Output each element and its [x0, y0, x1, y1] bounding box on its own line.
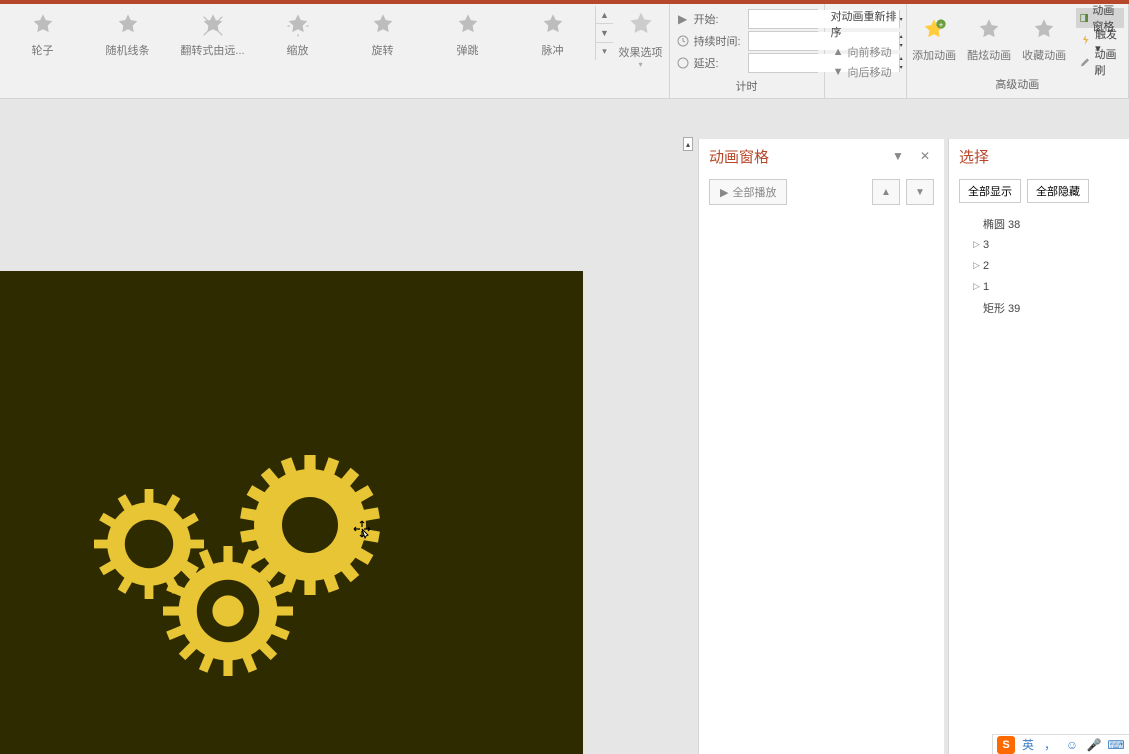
timing-group-label: 计时 — [670, 76, 824, 98]
preset-random-bars[interactable]: 随机线条 — [85, 6, 170, 60]
caret-icon: ▷ — [973, 281, 983, 292]
caret-icon: ▷ — [973, 239, 983, 250]
arrow-down-icon: ▼ — [833, 66, 844, 78]
list-item[interactable]: 椭圆 38 — [959, 213, 1119, 234]
start-label: 开始: — [694, 11, 744, 27]
animation-painter-button[interactable]: 动画刷 — [1076, 52, 1124, 72]
gear-shape-2[interactable] — [240, 455, 380, 595]
ime-bar: S 英 ， ☺ 🎤 ⌨ — [992, 734, 1129, 754]
ime-emoji-icon[interactable]: ☺ — [1063, 736, 1081, 754]
animation-presets-gallery: 轮子 随机线条 翻转式由远... 缩放 旋转 弹跳 — [0, 6, 613, 60]
effect-options-button[interactable]: 效果选项 ▾ — [613, 6, 668, 73]
delay-label: 延迟: — [694, 55, 744, 71]
delay-input[interactable]: ▴▾ — [748, 53, 818, 73]
preset-bounce[interactable]: 弹跳 — [425, 6, 510, 60]
selection-pane-title: 选择 — [959, 146, 989, 167]
list-item[interactable]: ▷1 — [959, 276, 1119, 297]
preset-scroll-up[interactable]: ▲ — [596, 6, 613, 24]
duration-input[interactable]: ▴▾ — [748, 31, 818, 51]
preset-spin[interactable]: 旋转 — [340, 6, 425, 60]
slide-canvas[interactable] — [0, 271, 583, 754]
add-animation-button[interactable]: + 添加动画 — [907, 6, 962, 74]
sogou-ime-icon[interactable]: S — [997, 736, 1015, 754]
animation-pane-title: 动画窗格 — [709, 146, 769, 167]
selection-pane: 选择 全部显示 全部隐藏 椭圆 38 ▷3 ▷2 ▷1 矩形 39 — [948, 139, 1129, 754]
ime-lang[interactable]: 英 — [1019, 736, 1037, 754]
lightning-icon — [1080, 33, 1091, 47]
play-icon: ▶ — [720, 186, 728, 199]
preset-flip-from-far[interactable]: 翻转式由远... — [170, 6, 255, 60]
svg-text:+: + — [939, 21, 944, 30]
cool-animation-button[interactable]: 酷炫动画 — [962, 6, 1017, 74]
arrow-up-icon: ▲ — [833, 46, 844, 58]
play-all-button[interactable]: ▶ 全部播放 — [709, 179, 787, 205]
move-down-button[interactable]: ▼ — [906, 179, 934, 205]
ruler-marker: ▴ — [683, 137, 693, 151]
panel-dropdown-button[interactable]: ▼ — [888, 147, 908, 165]
move-up-button[interactable]: ▲ — [872, 179, 900, 205]
ime-keyboard-icon[interactable]: ⌨ — [1107, 736, 1125, 754]
caret-icon: ▷ — [973, 260, 983, 271]
preset-wheel[interactable]: 轮子 — [0, 6, 85, 60]
move-later-button[interactable]: ▼ 向后移动 — [831, 62, 900, 82]
move-earlier-button[interactable]: ▲ 向前移动 — [831, 42, 900, 62]
clock-icon — [676, 34, 690, 48]
preset-zoom[interactable]: 缩放 — [255, 6, 340, 60]
play-icon: ▶ — [676, 12, 690, 26]
selection-list: 椭圆 38 ▷3 ▷2 ▷1 矩形 39 — [949, 209, 1129, 322]
workspace: ▴ — [0, 99, 1129, 754]
delay-icon — [676, 56, 690, 70]
start-dropdown[interactable]: ▾ — [748, 9, 818, 29]
pane-icon — [1080, 11, 1089, 25]
duration-label: 持续时间: — [694, 33, 744, 49]
animation-pane: 动画窗格 ▼ ✕ ▶ 全部播放 ▲ ▼ — [698, 139, 944, 754]
list-item[interactable]: ▷2 — [959, 255, 1119, 276]
panel-close-button[interactable]: ✕ — [916, 147, 934, 165]
list-item[interactable]: 矩形 39 — [959, 297, 1119, 318]
preset-pulse[interactable]: 脉冲 — [510, 6, 595, 60]
ribbon: 轮子 随机线条 翻转式由远... 缩放 旋转 弹跳 — [0, 4, 1129, 99]
favorite-animation-button[interactable]: 收藏动画 — [1017, 6, 1072, 74]
hide-all-button[interactable]: 全部隐藏 — [1027, 179, 1089, 203]
reorder-title: 对动画重新排序 — [831, 8, 900, 40]
preset-more[interactable]: ▾ — [596, 43, 613, 60]
show-all-button[interactable]: 全部显示 — [959, 179, 1021, 203]
painter-icon — [1080, 55, 1091, 69]
preset-scroll-down[interactable]: ▼ — [596, 24, 613, 42]
ime-mic-icon[interactable]: 🎤 — [1085, 736, 1103, 754]
list-item[interactable]: ▷3 — [959, 234, 1119, 255]
ime-punct[interactable]: ， — [1041, 736, 1059, 754]
advanced-group-label: 高级动画 — [907, 74, 1128, 96]
